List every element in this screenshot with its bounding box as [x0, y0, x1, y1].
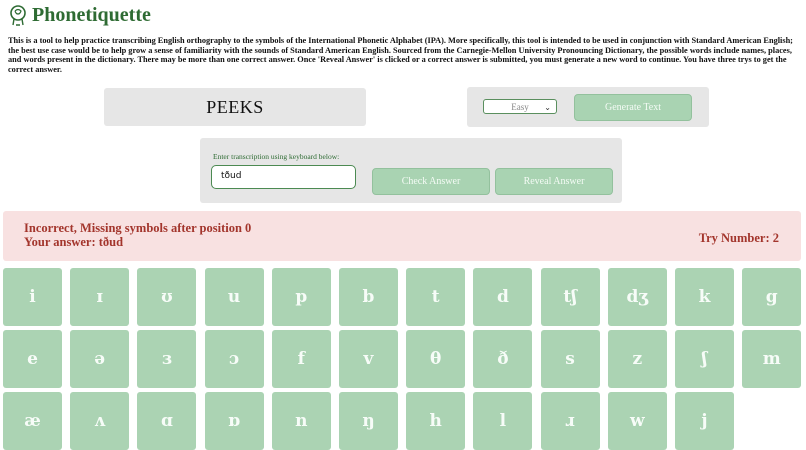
ipa-key[interactable]: ə — [70, 330, 130, 388]
try-number: Try Number: 2 — [698, 231, 779, 245]
ipa-key[interactable]: ɪ — [70, 268, 130, 326]
your-answer: Your answer: tðud — [24, 235, 124, 249]
ipa-key[interactable]: v — [339, 330, 398, 388]
ipa-key[interactable]: θ — [406, 330, 466, 388]
ipa-key[interactable]: i — [3, 268, 62, 326]
chevron-down-icon: ⌄ — [544, 103, 551, 112]
ipa-key[interactable]: ɒ — [204, 392, 264, 450]
reveal-answer-button[interactable]: Reveal Answer — [495, 168, 613, 195]
ipa-key[interactable]: p — [271, 268, 331, 326]
word-display-panel: PEEKS — [104, 88, 366, 126]
controls-panel: Easy ⌄ Generate Text — [467, 87, 709, 127]
difficulty-select[interactable]: Easy ⌄ — [483, 99, 557, 114]
ipa-key[interactable]: s — [540, 330, 600, 388]
speaking-head-logo-icon — [10, 5, 26, 26]
generate-text-button[interactable]: Generate Text — [574, 94, 692, 121]
ipa-key[interactable]: ð — [473, 330, 533, 388]
ipa-key[interactable]: ɑ — [137, 392, 197, 450]
ipa-key[interactable]: k — [675, 268, 734, 326]
ipa-key[interactable]: ɜ — [137, 330, 197, 388]
ipa-key[interactable]: h — [406, 392, 466, 450]
ipa-key[interactable]: b — [339, 268, 398, 326]
result-message-block: Incorrect, Missing symbols after positio… — [24, 221, 251, 249]
ipa-key[interactable]: g — [742, 268, 802, 326]
ipa-key[interactable]: w — [607, 392, 667, 450]
ipa-key[interactable]: ʊ — [137, 268, 197, 326]
ipa-key[interactable]: j — [675, 392, 734, 450]
result-message: Incorrect, Missing symbols after positio… — [24, 221, 252, 235]
difficulty-value: Easy — [511, 102, 529, 112]
transcription-label: Enter transcription using keyboard below… — [213, 152, 340, 161]
result-banner: Incorrect, Missing symbols after positio… — [3, 211, 801, 261]
transcription-input[interactable]: tðud — [211, 165, 356, 189]
ipa-key[interactable]: tʃ — [540, 268, 600, 326]
transcription-panel: Enter transcription using keyboard below… — [200, 138, 622, 203]
ipa-key[interactable]: ɔ — [204, 330, 264, 388]
ipa-key[interactable]: f — [271, 330, 331, 388]
intro-text: This is a tool to help practice transcri… — [8, 36, 793, 74]
ipa-key[interactable]: dʒ — [607, 268, 667, 326]
ipa-key[interactable]: u — [204, 268, 264, 326]
ipa-key[interactable]: m — [742, 330, 802, 388]
ipa-key[interactable]: ŋ — [339, 392, 398, 450]
ipa-key[interactable]: ʃ — [675, 330, 734, 388]
ipa-key[interactable]: t — [406, 268, 466, 326]
ipa-key[interactable]: æ — [3, 392, 62, 450]
ipa-key[interactable]: ʌ — [70, 392, 130, 450]
app-header: Phonetiquette — [8, 2, 151, 28]
check-answer-button[interactable]: Check Answer — [372, 168, 490, 195]
ipa-key[interactable]: n — [271, 392, 331, 450]
ipa-key[interactable]: z — [607, 330, 667, 388]
ipa-key[interactable]: d — [473, 268, 533, 326]
app-title: Phonetiquette — [32, 3, 151, 26]
ipa-key[interactable]: ɹ — [540, 392, 600, 450]
current-word: PEEKS — [206, 96, 264, 117]
ipa-key[interactable]: e — [3, 330, 62, 388]
ipa-key[interactable]: l — [473, 392, 533, 450]
